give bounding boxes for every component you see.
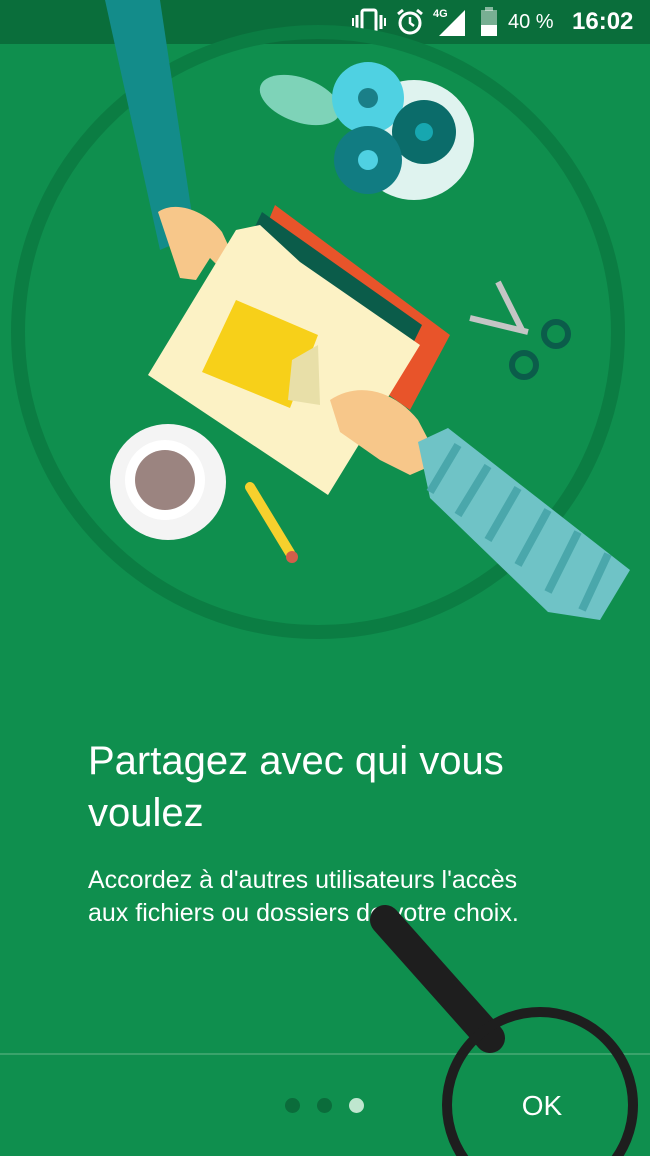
page-indicator-dot-3-active — [349, 1098, 364, 1113]
footer-divider — [0, 1053, 650, 1055]
onboarding-title: Partagez avec qui vous voulez — [88, 739, 504, 835]
ok-button[interactable]: OK — [490, 1078, 594, 1134]
pencil — [245, 482, 295, 558]
onboarding-description: Accordez à d'autres utilisateurs l'accès… — [88, 866, 519, 927]
page-indicator-dot-1 — [285, 1098, 300, 1113]
scissors — [469, 280, 571, 380]
page-indicator-dot-2 — [317, 1098, 332, 1113]
folder-sharing-illustration — [11, 0, 630, 639]
